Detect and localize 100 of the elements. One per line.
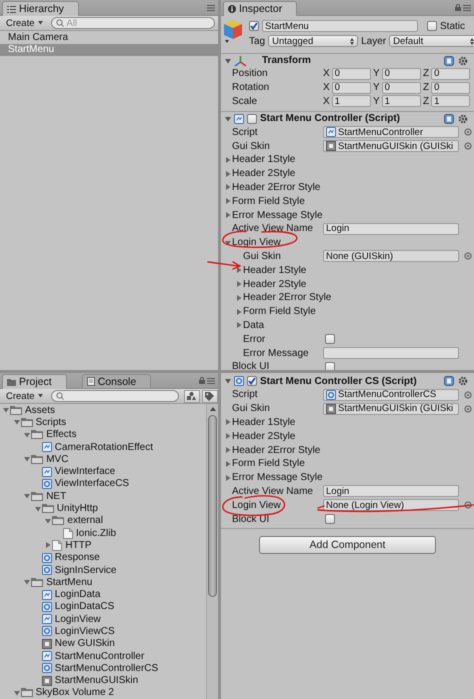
- scrollbar[interactable]: [206, 404, 218, 699]
- menu-icon[interactable]: [207, 4, 215, 10]
- asset-item[interactable]: HTTP: [65, 540, 92, 551]
- foldout-label[interactable]: Form Field Style: [243, 306, 316, 318]
- foldout-arrow-icon[interactable]: [236, 267, 242, 274]
- foldout-label[interactable]: Error Message Style: [232, 472, 323, 484]
- scroll-up-icon[interactable]: [210, 407, 216, 411]
- checkbox[interactable]: [325, 334, 335, 344]
- foldout-arrow-icon[interactable]: [225, 58, 231, 64]
- menu-icon[interactable]: [207, 378, 215, 384]
- foldout-arrow-icon[interactable]: [236, 294, 242, 301]
- number-field[interactable]: 1: [431, 95, 470, 108]
- hierarchy-item[interactable]: Main Camera: [0, 31, 218, 44]
- filter-button[interactable]: [184, 390, 200, 402]
- asset-item[interactable]: LoginView: [54, 614, 101, 625]
- foldout-arrow-icon[interactable]: [24, 579, 30, 586]
- asset-item[interactable]: New GUISkin: [54, 638, 115, 650]
- asset-item[interactable]: MVC: [46, 454, 68, 465]
- number-field[interactable]: 1: [332, 95, 371, 108]
- target-icon[interactable]: [464, 501, 472, 510]
- foldout-arrow-icon[interactable]: [45, 542, 52, 548]
- foldout-arrow-icon[interactable]: [225, 474, 231, 481]
- foldout-arrow-icon[interactable]: [24, 432, 30, 438]
- object-field[interactable]: StartMenuGUISkin (GUISki: [323, 402, 459, 415]
- foldout-arrow-icon[interactable]: [3, 407, 9, 414]
- gear-icon[interactable]: [458, 114, 468, 124]
- asset-item[interactable]: NET: [46, 490, 66, 502]
- number-field[interactable]: 0: [431, 82, 470, 94]
- gear-icon[interactable]: [458, 56, 468, 66]
- active-checkbox[interactable]: [249, 21, 259, 31]
- panel-tab[interactable]: Console: [82, 374, 152, 388]
- foldout-arrow-icon[interactable]: [225, 212, 231, 218]
- foldout-arrow-icon[interactable]: [236, 281, 242, 288]
- foldout-arrow-icon[interactable]: [236, 308, 242, 315]
- foldout-label[interactable]: Header 2Style: [232, 168, 296, 180]
- foldout-label[interactable]: Header 1Style: [232, 416, 296, 428]
- foldout-label[interactable]: Data: [243, 320, 264, 331]
- create-button[interactable]: Create: [3, 390, 46, 402]
- foldout-label[interactable]: Header 2Error Style: [232, 182, 320, 193]
- label-button[interactable]: [202, 390, 218, 402]
- foldout-arrow-icon[interactable]: [45, 518, 52, 524]
- static-checkbox[interactable]: [427, 21, 437, 31]
- foldout-arrow-icon[interactable]: [225, 460, 231, 467]
- foldout-label[interactable]: Header 2Style: [243, 278, 306, 290]
- foldout-label[interactable]: Header 2Error Style: [232, 444, 320, 456]
- number-field[interactable]: 0: [431, 68, 470, 80]
- enable-checkbox[interactable]: [247, 114, 257, 124]
- number-field[interactable]: 0: [382, 68, 421, 80]
- tag-dropdown[interactable]: Untagged: [268, 35, 358, 47]
- text-field[interactable]: [323, 347, 459, 360]
- asset-item[interactable]: StartMenuGUISkin: [54, 675, 138, 686]
- foldout-label[interactable]: Error Message Style: [232, 210, 323, 221]
- number-field[interactable]: 0: [382, 82, 421, 94]
- asset-item[interactable]: StartMenu: [46, 576, 92, 588]
- asset-item[interactable]: Effects: [46, 429, 77, 440]
- help-icon[interactable]: [444, 56, 454, 66]
- number-field[interactable]: 1: [382, 95, 421, 108]
- asset-item[interactable]: LoginData: [54, 589, 100, 600]
- search-field[interactable]: [50, 390, 179, 402]
- foldout-label[interactable]: Header 1Style: [232, 154, 296, 166]
- object-field[interactable]: StartMenuController: [323, 126, 459, 138]
- asset-item[interactable]: LoginViewCS: [54, 626, 115, 637]
- foldout-label[interactable]: Header 2Error Style: [243, 292, 332, 304]
- menu-icon[interactable]: [463, 4, 471, 10]
- object-field[interactable]: None (GUISkin): [323, 250, 459, 262]
- layer-dropdown[interactable]: Default: [389, 35, 474, 47]
- foldout-arrow-icon[interactable]: [24, 493, 30, 500]
- lock-icon[interactable]: [199, 377, 205, 384]
- asset-item[interactable]: LoginDataCS: [54, 601, 114, 612]
- foldout-arrow-icon[interactable]: [225, 447, 231, 454]
- asset-item[interactable]: external: [67, 515, 103, 526]
- panel-tab[interactable]: Hierarchy: [2, 1, 79, 16]
- name-field[interactable]: StartMenu: [262, 20, 418, 32]
- add-component-button[interactable]: Add Component: [259, 536, 436, 554]
- asset-item[interactable]: Response: [54, 552, 100, 564]
- lock-icon[interactable]: [455, 4, 461, 11]
- object-field[interactable]: None (Login View): [323, 499, 459, 512]
- enable-checkbox[interactable]: [247, 376, 257, 386]
- object-field[interactable]: StartMenuControllerCS: [323, 388, 459, 401]
- foldout-arrow-icon[interactable]: [225, 240, 231, 246]
- foldout-arrow-icon[interactable]: [225, 116, 231, 122]
- gear-icon[interactable]: [458, 376, 468, 386]
- foldout-label[interactable]: Header 2Style: [232, 430, 296, 442]
- asset-item[interactable]: SignInService: [54, 564, 116, 576]
- foldout-arrow-icon[interactable]: [34, 506, 41, 512]
- foldout-arrow-icon[interactable]: [225, 156, 231, 163]
- foldout-arrow-icon[interactable]: [14, 419, 20, 426]
- foldout-arrow-icon[interactable]: [24, 456, 30, 462]
- asset-item[interactable]: StartMenuControllerCS: [54, 662, 158, 674]
- help-icon[interactable]: [444, 114, 454, 124]
- asset-item[interactable]: Ionic.Zlib: [76, 528, 116, 539]
- checkbox[interactable]: [325, 362, 335, 370]
- foldout-arrow-icon[interactable]: [14, 690, 20, 696]
- asset-item[interactable]: UnityHttp: [56, 503, 98, 514]
- asset-item[interactable]: StartMenuController: [54, 650, 144, 662]
- foldout-arrow-icon[interactable]: [225, 378, 231, 384]
- asset-item[interactable]: CameraRotationEffect: [54, 442, 153, 453]
- foldout-arrow-icon[interactable]: [225, 419, 231, 426]
- asset-item[interactable]: ViewInterface: [54, 466, 116, 478]
- foldout-arrow-icon[interactable]: [225, 198, 231, 204]
